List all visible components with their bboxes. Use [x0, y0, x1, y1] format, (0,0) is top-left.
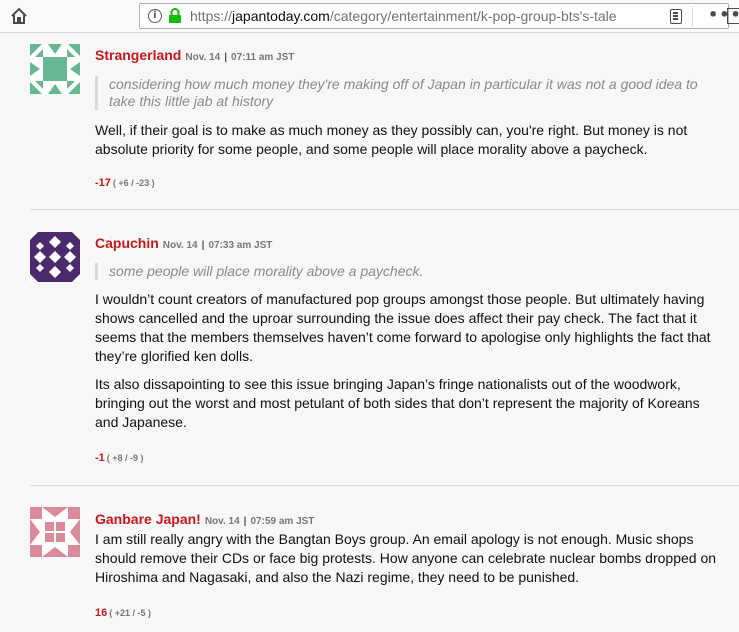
comment-body: Its also dissapointing to see this issue… — [95, 376, 700, 430]
comment-score: -1( +8 / -9 ) — [95, 448, 144, 466]
comment-date: Nov. 14 — [162, 240, 198, 251]
url-prefix: https:// — [190, 8, 233, 24]
avatar — [30, 44, 80, 94]
toolbar-separator — [692, 7, 693, 27]
comment-header: Ganbare Japan! Nov. 14 | 07:59 am JST — [95, 511, 314, 529]
address-bar[interactable]: i https://japantoday.com/category/entert… — [139, 3, 739, 29]
comment-header: Strangerland Nov. 14 | 07:11 am JST — [95, 47, 294, 65]
comment-meta: Nov. 14 | 07:59 am JST — [204, 516, 315, 527]
reader-view-icon[interactable] — [670, 9, 682, 24]
score-value: 16 — [95, 607, 108, 619]
info-icon[interactable]: i — [148, 9, 162, 23]
comment-body: I wouldn’t count creators of manufacture… — [95, 291, 711, 364]
comment-date: Nov. 14 — [204, 516, 240, 527]
comment-quote: some people will place morality above a … — [95, 263, 705, 280]
comment-body: I am still really angry with the Bangtan… — [95, 531, 717, 585]
score-breakdown: ( +21 / -5 ) — [109, 608, 152, 618]
score-breakdown: ( +8 / -9 ) — [106, 453, 144, 463]
comment-score: -17( +6 / -23 ) — [95, 173, 155, 191]
comment-body: Well, if their goal is to make as much m… — [95, 122, 688, 157]
comment-divider — [30, 209, 739, 210]
score-value: -17 — [95, 177, 111, 189]
url-path: /category/entertainment/k-pop-group-bts'… — [329, 8, 617, 24]
comment-meta: Nov. 14 | 07:11 am JST — [185, 52, 295, 63]
score-value: -1 — [95, 452, 105, 464]
url-text[interactable]: https://japantoday.com/category/entertai… — [190, 8, 630, 24]
library-icon[interactable] — [727, 8, 739, 24]
lock-icon — [169, 8, 181, 23]
score-breakdown: ( +6 / -23 ) — [112, 178, 155, 188]
comment-time[interactable]: 07:59 am JST — [250, 516, 314, 527]
comment-score: 16( +21 / -5 ) — [95, 603, 151, 621]
comment-date: Nov. 14 — [185, 52, 221, 63]
comment-time[interactable]: 07:33 am JST — [208, 240, 272, 251]
comment-author[interactable]: Capuchin — [95, 235, 159, 251]
comment-meta: Nov. 14 | 07:33 am JST — [162, 240, 273, 251]
comment-header: Capuchin Nov. 14 | 07:33 am JST — [95, 235, 272, 253]
avatar — [30, 507, 80, 557]
comment-author[interactable]: Strangerland — [95, 47, 181, 63]
comment-quote: considering how much money they're makin… — [95, 76, 705, 110]
avatar — [30, 232, 80, 282]
url-domain: japantoday.com — [232, 8, 330, 24]
home-icon[interactable] — [10, 7, 28, 25]
comment-author[interactable]: Ganbare Japan! — [95, 511, 201, 527]
comment-divider — [30, 485, 739, 486]
browser-toolbar: i https://japantoday.com/category/entert… — [0, 0, 739, 33]
comments-list: Strangerland Nov. 14 | 07:11 am JST conside… — [0, 33, 739, 632]
comment-time[interactable]: 07:11 am JST — [231, 52, 294, 63]
